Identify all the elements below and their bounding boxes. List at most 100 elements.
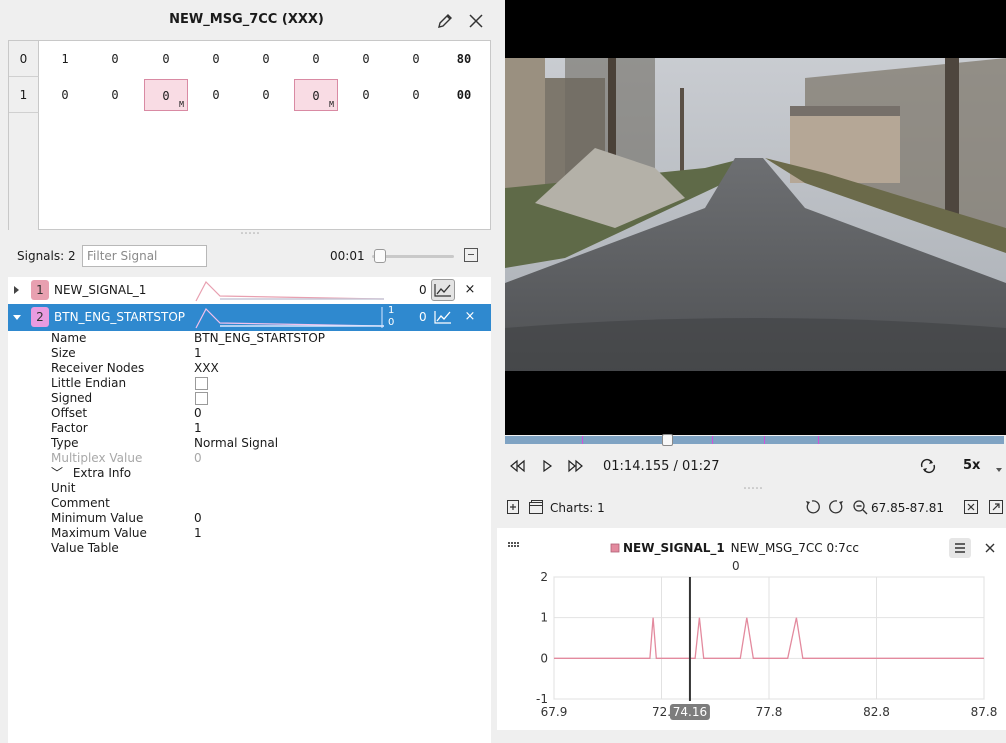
little-endian-checkbox[interactable] xyxy=(195,377,208,390)
prop-label-factor: Factor xyxy=(51,421,88,435)
signal-max-label: 1 xyxy=(388,305,395,316)
chart-line-icon xyxy=(434,311,451,324)
play-icon[interactable] xyxy=(538,458,556,474)
tabs-icon[interactable] xyxy=(528,499,544,515)
new-chart-icon[interactable] xyxy=(506,499,522,515)
row-header-0[interactable]: 0 xyxy=(9,41,39,77)
bit-cell[interactable]: 0 xyxy=(244,79,288,111)
signal-row-btn-eng-startstop[interactable]: 2 BTN_ENG_STARTSTOP 1 0 0 × xyxy=(8,304,491,331)
bit-cell[interactable]: 0 xyxy=(93,79,137,111)
signal-range-labels: 1 0 xyxy=(388,305,394,329)
speed-dropdown-icon[interactable] xyxy=(995,467,1003,473)
y-tick-label: 0 xyxy=(540,651,548,665)
message-title: NEW_MSG_7CC (XXX) xyxy=(169,12,324,27)
prop-label-size: Size xyxy=(51,346,76,360)
signed-checkbox[interactable] xyxy=(195,392,208,405)
loop-icon[interactable] xyxy=(919,458,937,474)
prop-value-name[interactable]: BTN_ENG_STARTSTOP xyxy=(194,331,325,346)
signal-min-label: 0 xyxy=(388,317,395,328)
plot-signal-button[interactable] xyxy=(431,306,455,328)
signal-time-slider[interactable] xyxy=(372,248,454,264)
bit-cell[interactable]: 1 xyxy=(43,43,87,75)
bit-cell[interactable]: 0 xyxy=(194,43,238,75)
prop-label-little-endian: Little Endian xyxy=(51,376,127,390)
zoom-range: 67.85-87.81 xyxy=(871,501,945,515)
prop-value-offset[interactable]: 0 xyxy=(194,406,202,421)
bit-cell[interactable]: 0 xyxy=(194,79,238,111)
expand-arrow-icon[interactable] xyxy=(14,286,19,294)
filter-signal-input[interactable] xyxy=(82,245,207,267)
bit-cell[interactable]: 0 xyxy=(244,43,288,75)
prop-value-receiver-nodes[interactable]: XXX xyxy=(194,361,219,376)
prop-label-unit: Unit xyxy=(51,481,76,495)
grid-splitter-handle[interactable] xyxy=(8,231,491,235)
signal-value: 0 xyxy=(419,283,427,297)
bit-value: 0 xyxy=(162,89,170,103)
redo-zoom-icon[interactable] xyxy=(829,499,845,515)
prop-value-multiplex-value: 0 xyxy=(194,451,202,465)
remove-signal-button[interactable]: × xyxy=(462,308,478,326)
bit-cell[interactable]: 0 xyxy=(144,43,188,75)
hex-byte: 00 xyxy=(456,88,472,102)
timeline-marker xyxy=(712,436,713,444)
bit-cell[interactable]: 0 xyxy=(394,79,438,111)
signal-index-badge: 1 xyxy=(31,280,49,300)
binary-grid: 0 1 1 0 0 0 0 0 0 0 80 0 0 0 M 0 0 0 M 0… xyxy=(8,40,491,230)
line-chart[interactable]: 2 1 0 -167.9 72. 77.8 82.8 87.8 74.16 xyxy=(497,528,1006,730)
popout-icon[interactable] xyxy=(988,499,1004,515)
close-message-button[interactable] xyxy=(465,10,487,32)
bit-cell[interactable]: 0 xyxy=(93,43,137,75)
bit-cell-signal[interactable]: 0 M xyxy=(294,79,338,111)
playback-speed[interactable]: 5x xyxy=(963,458,980,473)
prop-value-factor[interactable]: 1 xyxy=(194,421,202,436)
prop-value-type[interactable]: Normal Signal xyxy=(194,436,278,451)
hex-byte: 80 xyxy=(456,52,472,66)
chart-menu-button[interactable] xyxy=(949,538,971,558)
close-chart-button[interactable] xyxy=(981,538,999,558)
y-tick-label: -1 xyxy=(536,692,548,706)
bit-cell[interactable]: 0 xyxy=(294,43,338,75)
video-timeline[interactable] xyxy=(505,434,1004,446)
rewind-icon[interactable] xyxy=(508,458,526,474)
close-all-charts-icon[interactable] xyxy=(963,499,979,515)
timeline-marker xyxy=(764,436,765,444)
signal-value: 0 xyxy=(419,310,427,324)
y-tick-label: 1 xyxy=(540,611,548,625)
row-header-area xyxy=(9,113,39,230)
zoom-out-icon[interactable] xyxy=(852,499,868,515)
bit-cell[interactable]: 0 xyxy=(344,43,388,75)
chevron-down-icon: ﹀ xyxy=(51,466,64,480)
signal-time-label: 00:01 xyxy=(330,249,365,263)
bit-cell-signal[interactable]: 0 M xyxy=(144,79,188,111)
timeline-handle[interactable] xyxy=(661,434,673,446)
chart-panel[interactable]: 2 1 0 -1 67.9 72. 77.8 82.8 87.8 74.16 NEW_SIGNAL… xyxy=(497,528,1006,730)
signal-name: NEW_SIGNAL_1 xyxy=(54,283,147,297)
video-viewport[interactable] xyxy=(505,0,1006,435)
charts-count: Charts: 1 xyxy=(550,501,605,515)
prop-value-size[interactable]: 1 xyxy=(194,346,202,361)
collapse-arrow-icon[interactable] xyxy=(13,315,21,320)
remove-signal-button[interactable]: × xyxy=(462,281,478,299)
bit-cell[interactable]: 0 xyxy=(43,79,87,111)
edit-message-button[interactable] xyxy=(434,10,456,32)
collapse-all-button[interactable] xyxy=(464,248,478,262)
bit-cell[interactable]: 0 xyxy=(394,43,438,75)
signal-row-new-signal-1[interactable]: 1 NEW_SIGNAL_1 0 × xyxy=(8,277,491,304)
prop-value-minimum-value[interactable]: 0 xyxy=(194,511,202,526)
slider-handle[interactable] xyxy=(374,249,386,263)
plot-signal-button[interactable] xyxy=(431,279,455,301)
bit-cell[interactable]: 0 xyxy=(344,79,388,111)
hamburger-icon xyxy=(955,543,965,553)
y-tick-label: 2 xyxy=(540,570,548,584)
extra-info-toggle[interactable]: ﹀ Extra Info xyxy=(51,466,131,481)
prop-label-offset: Offset xyxy=(51,406,88,420)
prop-label-name: Name xyxy=(51,331,87,345)
bit-value: 0 xyxy=(312,89,320,103)
video-splitter-handle[interactable] xyxy=(497,486,1006,490)
prop-label-receiver-nodes: Receiver Nodes xyxy=(51,361,145,375)
undo-zoom-icon[interactable] xyxy=(804,499,820,515)
prop-value-maximum-value[interactable]: 1 xyxy=(194,526,202,541)
fast-forward-icon[interactable] xyxy=(567,458,585,474)
legend-signal-name: NEW_SIGNAL_1 xyxy=(623,541,725,555)
row-header-1[interactable]: 1 xyxy=(9,77,39,113)
